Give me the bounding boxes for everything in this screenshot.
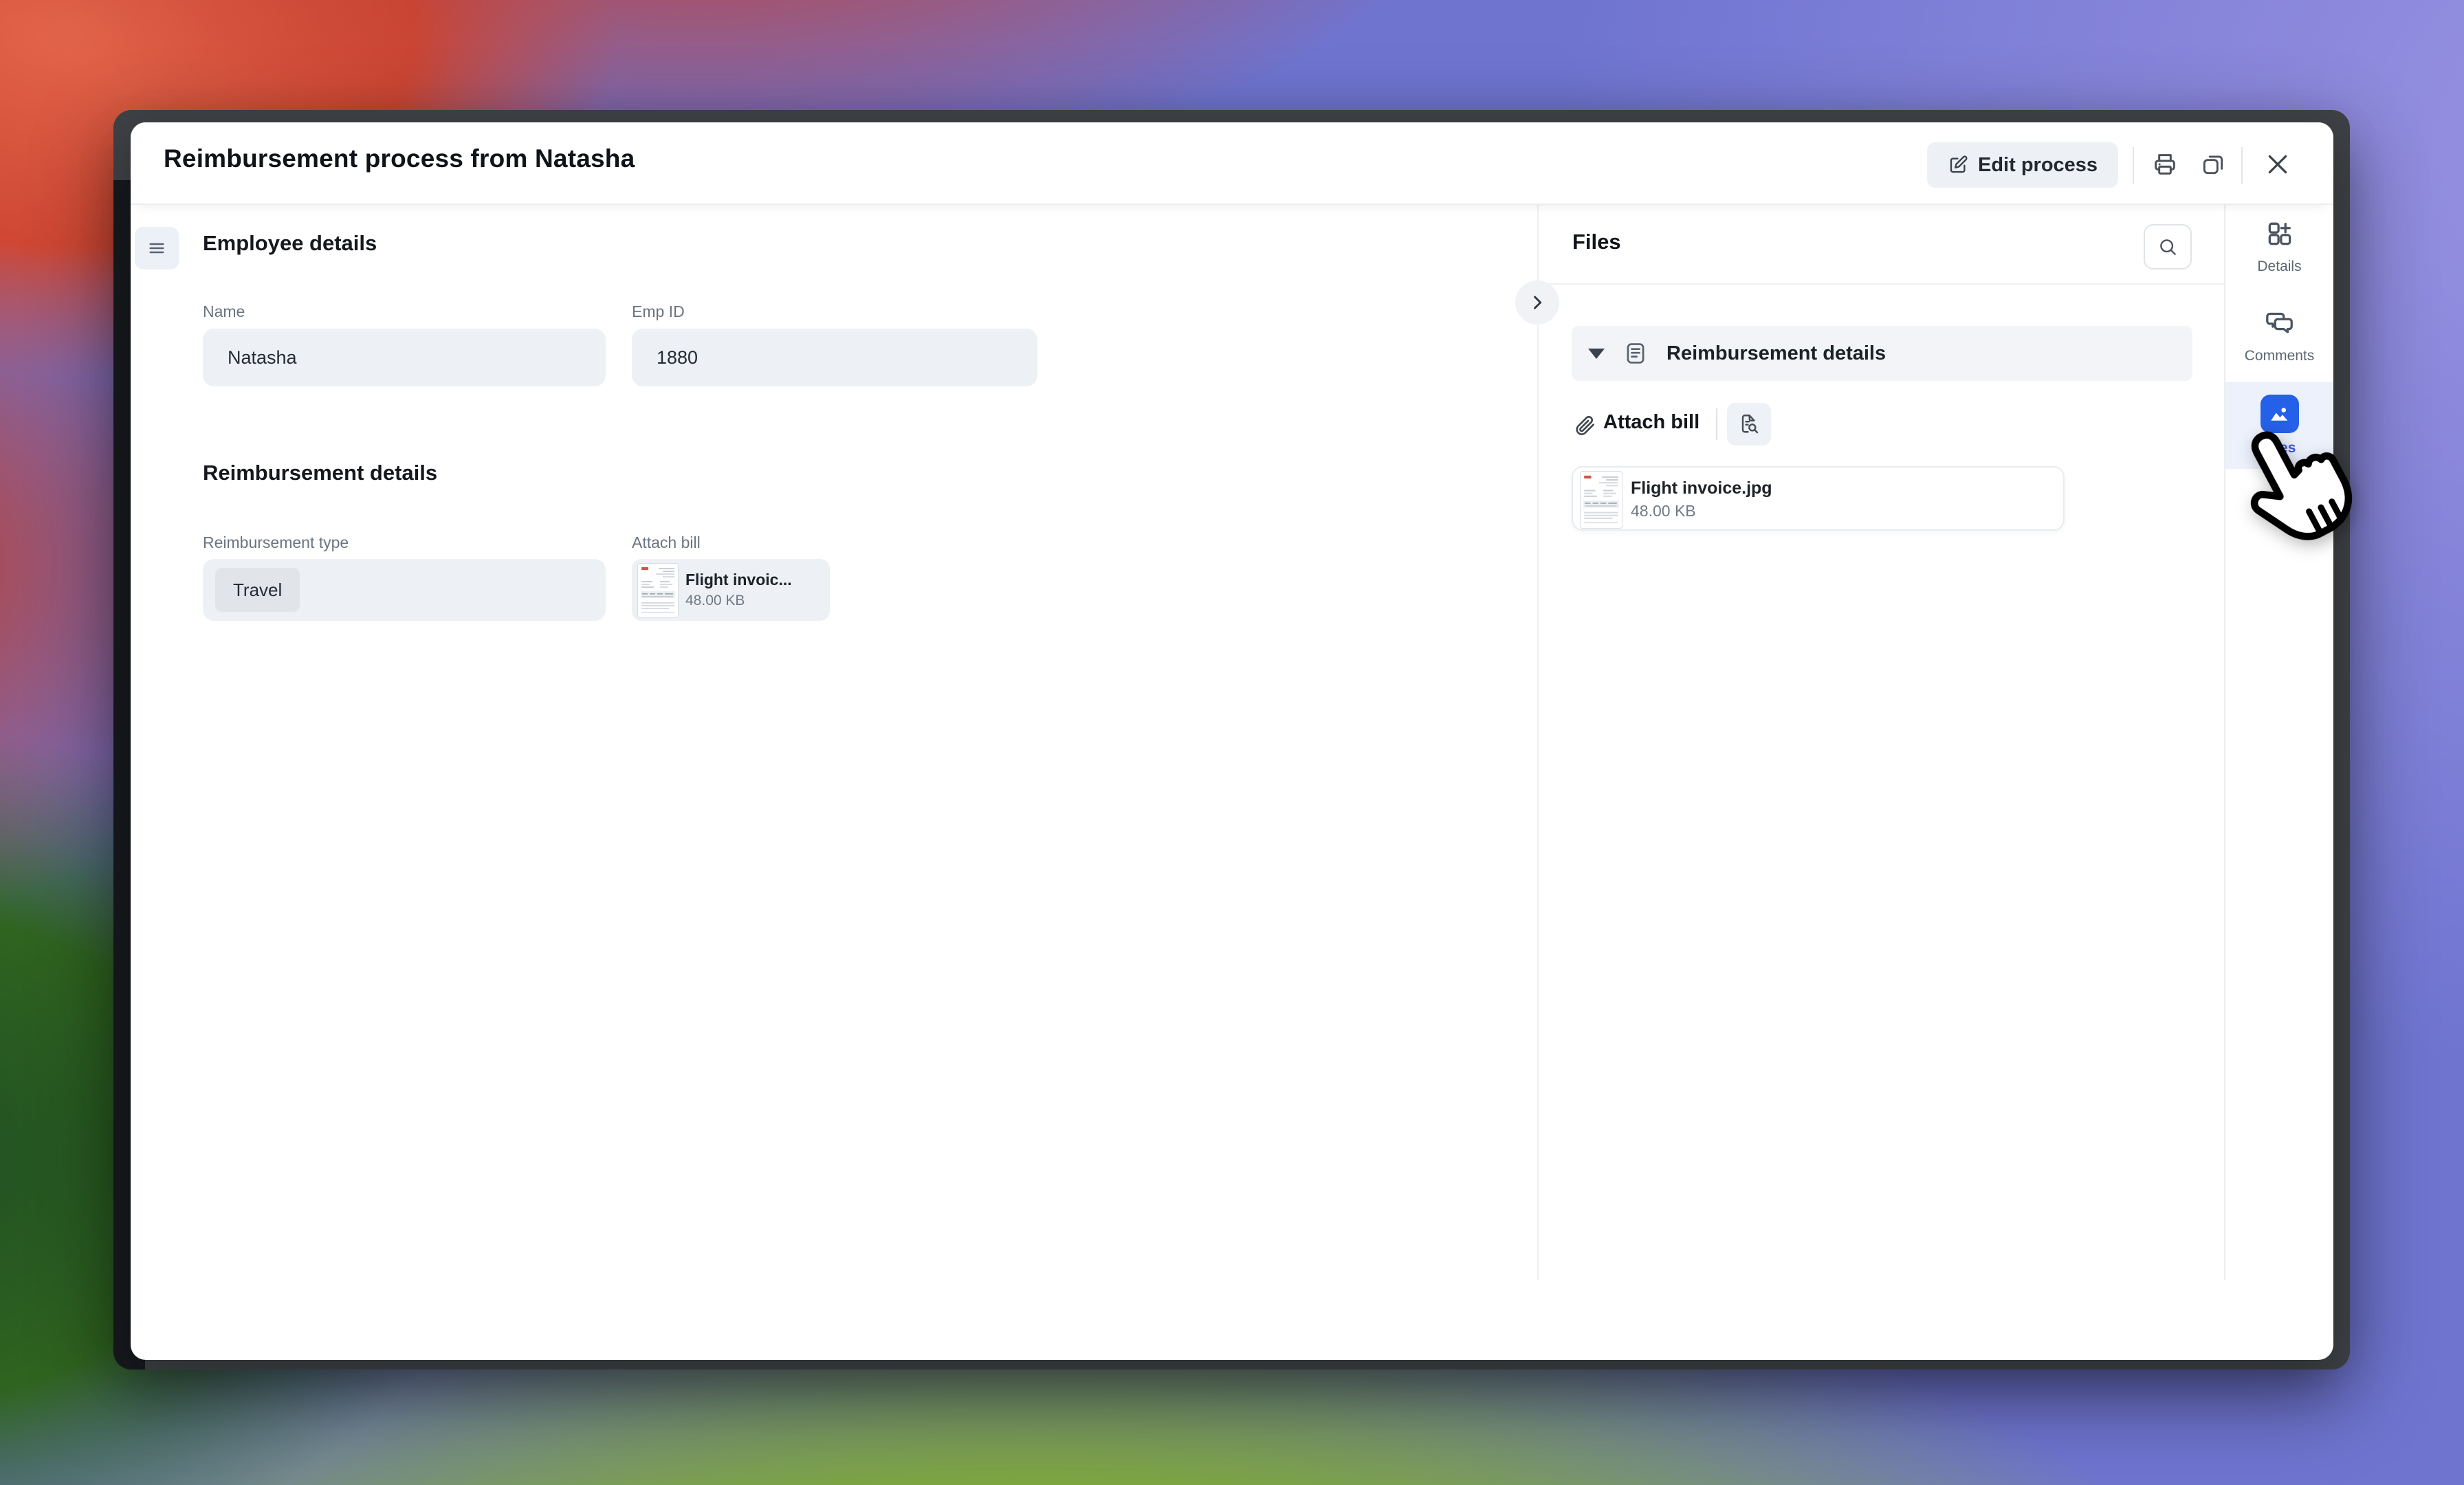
section-title-reimbursement-details: Reimbursement details bbox=[203, 461, 437, 485]
files-attach-bill-label: Attach bill bbox=[1603, 411, 1700, 434]
reimbursement-type-field[interactable]: Travel bbox=[203, 559, 606, 621]
files-panel-divider bbox=[1539, 283, 2224, 285]
process-modal: Reimbursement process from Natasha Edit … bbox=[131, 122, 2333, 1360]
invoice-thumbnail bbox=[1580, 471, 1622, 529]
file-search-icon bbox=[1737, 412, 1761, 437]
form-doc-icon bbox=[1622, 340, 1649, 366]
preview-file-button[interactable] bbox=[1727, 403, 1771, 446]
close-button[interactable] bbox=[2256, 143, 2299, 186]
name-field-label: Name bbox=[203, 302, 245, 321]
sidebar-label-details: Details bbox=[2257, 258, 2301, 275]
attached-file-chip[interactable]: Flight invoic... 48.00 KB bbox=[632, 559, 830, 621]
sidebar-divider bbox=[2224, 204, 2225, 1280]
caret-down-icon bbox=[1588, 349, 1605, 359]
sidebar-item-details[interactable]: Details bbox=[2225, 219, 2333, 275]
files-group-reimbursement-details[interactable]: Reimbursement details bbox=[1572, 326, 2192, 381]
edit-icon bbox=[1948, 155, 1968, 175]
invoice-thumbnail bbox=[637, 563, 679, 618]
close-icon bbox=[2264, 151, 2291, 178]
attach-row-divider bbox=[1716, 408, 1717, 440]
copy-button[interactable] bbox=[2193, 144, 2233, 184]
reimbursement-type-label: Reimbursement type bbox=[203, 534, 349, 552]
header-divider bbox=[2241, 147, 2243, 184]
files-panel-title: Files bbox=[1572, 230, 1621, 254]
sidebar-label-comments: Comments bbox=[2245, 348, 2315, 364]
files-group-label: Reimbursement details bbox=[1666, 342, 1886, 365]
copy-icon bbox=[2200, 151, 2226, 177]
print-button[interactable] bbox=[2145, 144, 2185, 184]
paperclip-icon bbox=[1573, 414, 1596, 437]
emp-id-field-label: Emp ID bbox=[632, 302, 685, 321]
collapse-panel-button[interactable] bbox=[1515, 280, 1559, 324]
section-title-employee-details: Employee details bbox=[203, 231, 377, 256]
attached-file-name: Flight invoic... bbox=[685, 571, 792, 589]
grid-plus-icon bbox=[2265, 219, 2295, 249]
emp-id-field-value: 1880 bbox=[657, 347, 698, 368]
form-menu-button[interactable] bbox=[135, 227, 179, 270]
comments-icon bbox=[2264, 307, 2296, 338]
attach-bill-label: Attach bill bbox=[632, 534, 701, 552]
edit-process-label: Edit process bbox=[1978, 154, 2098, 177]
main-panel-divider bbox=[1537, 204, 1539, 1280]
name-field[interactable]: Natasha bbox=[203, 329, 606, 386]
emp-id-field[interactable]: 1880 bbox=[632, 329, 1037, 386]
files-panel-file-card[interactable]: Flight invoice.jpg 48.00 KB bbox=[1572, 466, 2065, 531]
hamburger-icon bbox=[146, 237, 168, 259]
printer-icon bbox=[2151, 151, 2179, 178]
attached-file-size: 48.00 KB bbox=[685, 593, 745, 609]
header-divider bbox=[2133, 147, 2134, 184]
files-search-button[interactable] bbox=[2144, 224, 2192, 270]
name-field-value: Natasha bbox=[228, 347, 297, 368]
file-card-name: Flight invoice.jpg bbox=[1631, 478, 1772, 498]
page-title: Reimbursement process from Natasha bbox=[164, 144, 635, 173]
chevron-right-icon bbox=[1528, 293, 1547, 312]
search-icon bbox=[2157, 236, 2179, 258]
sidebar-item-comments[interactable]: Comments bbox=[2225, 307, 2333, 364]
file-card-size: 48.00 KB bbox=[1631, 502, 1696, 520]
edit-process-button[interactable]: Edit process bbox=[1927, 142, 2118, 188]
modal-header: Reimbursement process from Natasha Edit … bbox=[131, 122, 2333, 205]
desktop-wallpaper: Reimbursement process from Natasha Edit … bbox=[0, 0, 2464, 1485]
travel-tag: Travel bbox=[215, 568, 300, 612]
